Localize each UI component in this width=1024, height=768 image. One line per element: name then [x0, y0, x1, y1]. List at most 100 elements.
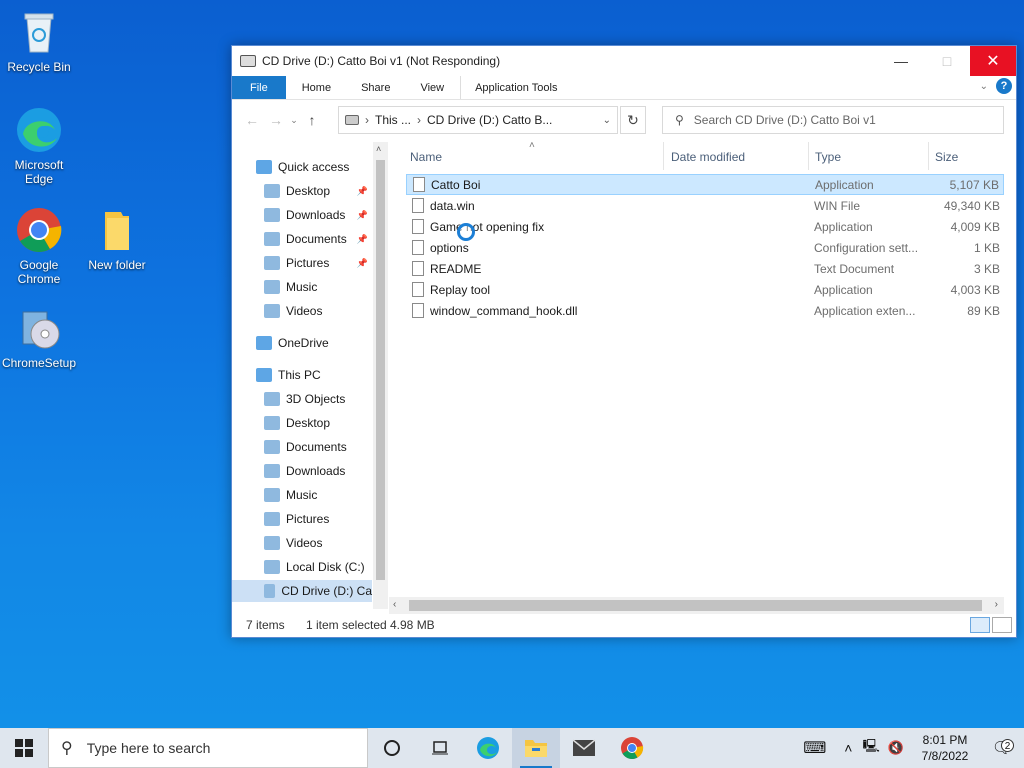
- clock-date: 7/8/2022: [921, 749, 969, 763]
- tab-share[interactable]: Share: [347, 76, 404, 99]
- volume-muted-icon[interactable]: 🔇: [888, 740, 904, 756]
- scroll-left-icon[interactable]: ‹: [393, 599, 396, 610]
- tab-home[interactable]: Home: [286, 76, 347, 99]
- nav-scrollbar[interactable]: ˄: [373, 142, 388, 609]
- nav-item[interactable]: Documents: [232, 436, 372, 458]
- nav-scrollbar-thumb[interactable]: [376, 160, 385, 580]
- status-bar: 7 items 1 item selected 4.98 MB: [232, 613, 1016, 637]
- taskbar-mail[interactable]: [560, 728, 608, 768]
- forward-button[interactable]: →: [264, 112, 288, 128]
- help-icon[interactable]: ?: [996, 78, 1012, 94]
- nav-item[interactable]: Downloads 📌: [232, 204, 372, 226]
- explorer-window[interactable]: CD Drive (D:) Catto Boi v1 (Not Respondi…: [231, 45, 1017, 638]
- file-list[interactable]: Name ˄ Date modified Type Size Catto Boi…: [389, 140, 1016, 609]
- back-button[interactable]: ←: [240, 112, 264, 128]
- column-size[interactable]: Size: [935, 150, 958, 164]
- chrome-icon: [15, 206, 63, 254]
- nav-item[interactable]: This PC: [232, 364, 372, 386]
- nav-item[interactable]: Desktop 📌: [232, 180, 372, 202]
- clock[interactable]: 8:01 PM 7/8/2022: [910, 732, 980, 764]
- start-button[interactable]: [0, 728, 48, 768]
- breadcrumb-chevron-icon: ›: [417, 113, 422, 127]
- file-row[interactable]: Game not opening fix Application 4,009 KB: [406, 216, 1004, 237]
- desktop-icon-new-folder[interactable]: New folder: [79, 206, 155, 272]
- nav-item[interactable]: CD Drive (D:) Ca: [232, 580, 372, 602]
- desktop-icon-chromesetup[interactable]: ChromeSetup: [1, 304, 77, 370]
- nav-item[interactable]: Videos: [232, 532, 372, 554]
- desktop-icon-label: Recycle Bin: [7, 60, 71, 74]
- nav-item[interactable]: Videos: [232, 300, 372, 322]
- nav-item[interactable]: Pictures: [232, 508, 372, 530]
- title-bar[interactable]: CD Drive (D:) Catto Boi v1 (Not Respondi…: [232, 46, 1016, 76]
- nav-item[interactable]: Pictures 📌: [232, 252, 372, 274]
- file-type: Application: [814, 282, 873, 297]
- taskbar-edge[interactable]: [464, 728, 512, 768]
- taskbar-search-input[interactable]: ⚲ Type here to search: [48, 728, 368, 768]
- recent-dropdown-icon[interactable]: ⌄: [288, 115, 300, 126]
- tab-view[interactable]: View: [404, 76, 460, 99]
- breadcrumb-chevron-icon: ›: [365, 113, 369, 127]
- column-type[interactable]: Type: [815, 150, 841, 164]
- breadcrumb-this-pc[interactable]: This ...: [375, 113, 411, 127]
- desktop-icon-edge[interactable]: Microsoft Edge: [1, 106, 77, 186]
- task-view-button[interactable]: [416, 728, 464, 768]
- ribbon-tabs: File Home Share View Application Tools ⌄…: [232, 76, 1016, 100]
- maximize-button[interactable]: □: [924, 46, 970, 76]
- horizontal-scrollbar[interactable]: ‹ ›: [389, 597, 1004, 614]
- cortana-button[interactable]: [368, 728, 416, 768]
- search-input[interactable]: ⚲ Search CD Drive (D:) Catto Boi v1: [662, 106, 1004, 134]
- details-view-button[interactable]: [970, 617, 990, 633]
- taskbar-chrome[interactable]: [608, 728, 656, 768]
- file-row[interactable]: Replay tool Application 4,003 KB: [406, 279, 1004, 300]
- column-date-modified[interactable]: Date modified: [671, 150, 745, 164]
- nav-item-label: Downloads: [286, 464, 346, 478]
- show-hidden-icons-icon[interactable]: ˄: [844, 740, 852, 756]
- address-dropdown-icon[interactable]: ⌄: [603, 115, 611, 126]
- nav-item[interactable]: 3D Objects: [232, 388, 372, 410]
- network-icon[interactable]: 🖳: [862, 737, 879, 759]
- navigation-pane[interactable]: Quick access Desktop 📌 Downloads 📌 Documents 📌…: [232, 142, 388, 609]
- breadcrumb-cd-drive[interactable]: CD Drive (D:) Catto B...: [427, 113, 552, 127]
- navigation-bar: ← → ⌄ ↑ › This ... › CD Drive (D:) Catto…: [232, 100, 1016, 140]
- large-icons-view-button[interactable]: [992, 617, 1012, 633]
- refresh-button[interactable]: ↻: [620, 106, 646, 134]
- horizontal-scrollbar-thumb[interactable]: [409, 600, 982, 611]
- taskbar-file-explorer[interactable]: [512, 728, 560, 768]
- desktop-icon-chrome[interactable]: Google Chrome: [1, 206, 77, 286]
- nav-item[interactable]: Quick access: [232, 156, 372, 178]
- expand-ribbon-icon[interactable]: ⌄: [980, 81, 988, 92]
- nav-item[interactable]: Documents 📌: [232, 228, 372, 250]
- nav-item[interactable]: OneDrive: [232, 332, 372, 354]
- file-name: window_command_hook.dll: [430, 303, 578, 318]
- nav-item-icon: [264, 392, 280, 406]
- up-button[interactable]: ↑: [300, 112, 324, 128]
- file-row[interactable]: README Text Document 3 KB: [406, 258, 1004, 279]
- nav-item[interactable]: Music: [232, 484, 372, 506]
- file-row[interactable]: window_command_hook.dll Application exten…: [406, 300, 1004, 321]
- cortana-icon: [384, 740, 400, 756]
- keyboard-icon[interactable]: ⌨: [803, 738, 826, 758]
- file-type: Application exten...: [814, 303, 916, 318]
- nav-item[interactable]: Music: [232, 276, 372, 298]
- file-row[interactable]: Catto Boi Application 5,107 KB: [406, 174, 1004, 195]
- nav-item[interactable]: Desktop: [232, 412, 372, 434]
- nav-item[interactable]: Local Disk (C:): [232, 556, 372, 578]
- drive-icon: [240, 55, 256, 67]
- tab-application-tools[interactable]: Application Tools: [460, 76, 571, 99]
- scroll-right-icon[interactable]: ›: [995, 599, 998, 610]
- nav-item[interactable]: Downloads: [232, 460, 372, 482]
- file-row[interactable]: options Configuration sett... 1 KB: [406, 237, 1004, 258]
- scroll-up-icon[interactable]: ˄: [376, 144, 381, 154]
- file-row[interactable]: data.win WIN File 49,340 KB: [406, 195, 1004, 216]
- desktop-icon-recycle-bin[interactable]: Recycle Bin: [1, 8, 77, 74]
- nav-item-label: Desktop: [286, 184, 331, 198]
- desktop-icon-label: ChromeSetup: [1, 356, 77, 370]
- notifications-button[interactable]: 🗨 2: [980, 738, 1024, 758]
- nav-item-label: Desktop: [286, 416, 331, 430]
- close-button[interactable]: ✕: [970, 46, 1016, 76]
- address-bar[interactable]: › This ... › CD Drive (D:) Catto B... ⌄: [338, 106, 618, 134]
- minimize-button[interactable]: —: [878, 46, 924, 76]
- edge-icon: [15, 106, 63, 154]
- tab-file[interactable]: File: [232, 76, 286, 99]
- column-name[interactable]: Name: [410, 150, 442, 164]
